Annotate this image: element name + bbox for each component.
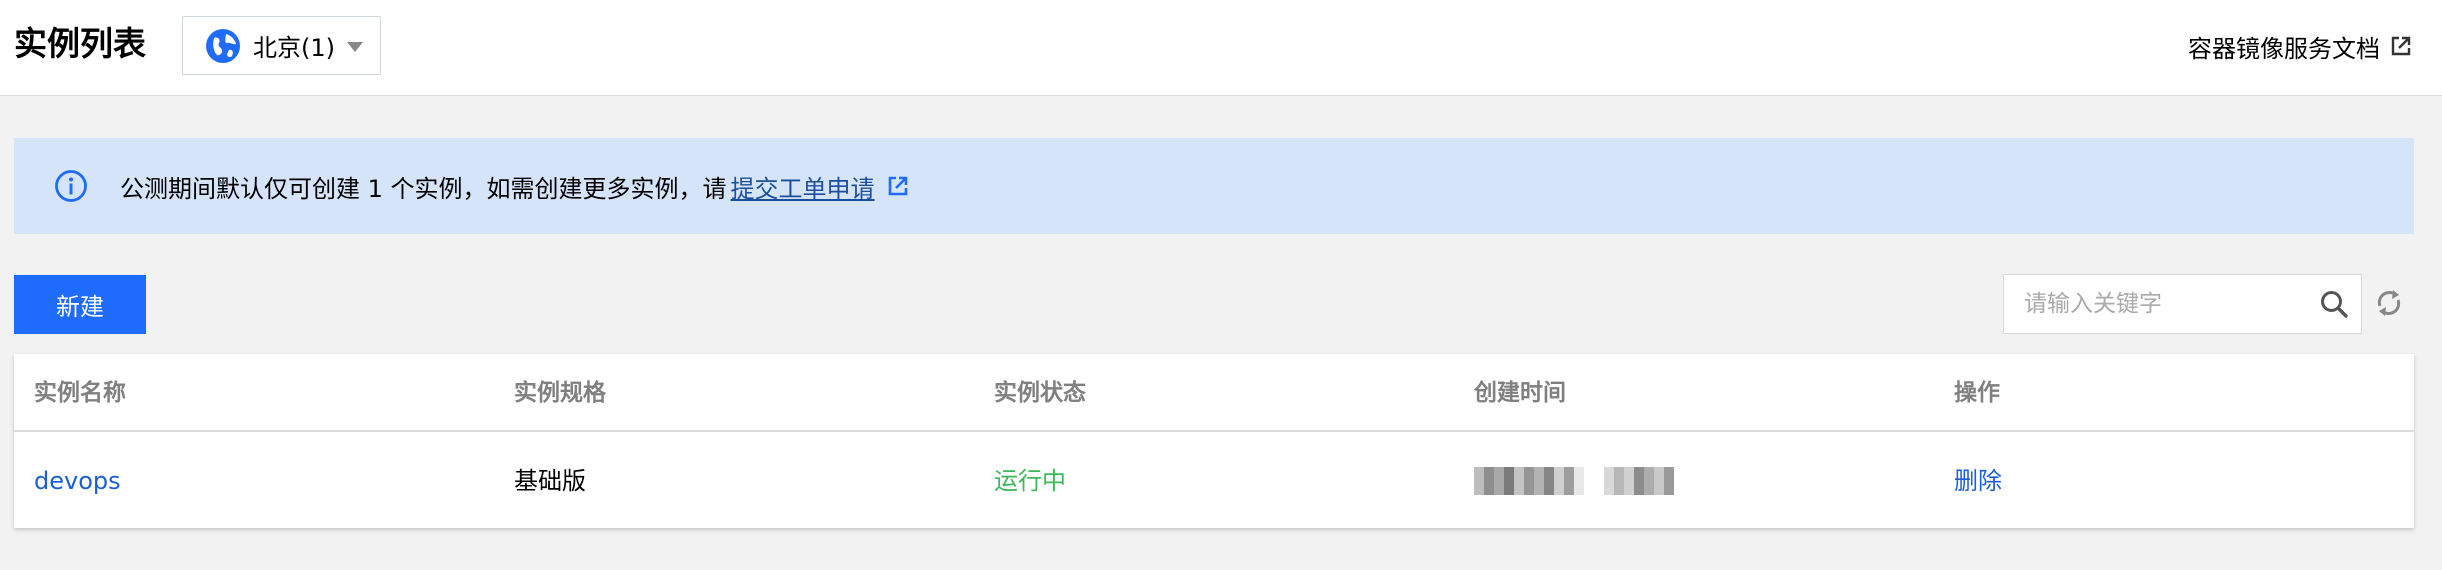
refresh-icon[interactable] xyxy=(2372,286,2406,320)
search-input[interactable] xyxy=(2004,275,2304,333)
instance-table: 实例名称 实例规格 实例状态 创建时间 操作 devops 基础版 运行中 删除 xyxy=(14,354,2414,528)
ticket-link[interactable]: 提交工单申请 xyxy=(731,169,875,204)
region-label: 北京(1) xyxy=(253,34,335,62)
notice-banner: 公测期间默认仅可创建 1 个实例，如需创建更多实例，请 提交工单申请 xyxy=(14,138,2414,234)
column-header-spec: 实例规格 xyxy=(514,380,606,406)
chevron-down-icon xyxy=(347,42,363,52)
created-time-redacted xyxy=(1474,467,1674,495)
search-box xyxy=(2003,274,2362,334)
top-bar: 实例列表 北京(1) 容器镜像服务文档 xyxy=(0,0,2442,96)
external-link-icon[interactable] xyxy=(887,175,909,197)
external-link-icon xyxy=(2391,36,2411,56)
table-row: devops 基础版 运行中 删除 xyxy=(14,434,2414,528)
globe-icon xyxy=(206,28,240,63)
region-select[interactable]: 北京(1) xyxy=(182,16,381,75)
column-header-status: 实例状态 xyxy=(994,380,1086,406)
page-title: 实例列表 xyxy=(14,24,146,63)
doc-link[interactable]: 容器镜像服务文档 xyxy=(2188,26,2412,66)
delete-action-link[interactable]: 删除 xyxy=(1954,434,2002,528)
search-icon[interactable] xyxy=(2319,289,2349,319)
info-icon xyxy=(55,170,87,202)
column-header-name: 实例名称 xyxy=(34,380,126,406)
column-header-created: 创建时间 xyxy=(1474,380,1566,406)
instance-spec: 基础版 xyxy=(514,467,586,495)
column-header-actions: 操作 xyxy=(1954,380,2000,406)
new-instance-button[interactable]: 新建 xyxy=(14,275,146,334)
doc-link-label: 容器镜像服务文档 xyxy=(2188,34,2380,63)
notice-text: 公测期间默认仅可创建 1 个实例，如需创建更多实例，请 xyxy=(120,174,727,203)
table-header: 实例名称 实例规格 实例状态 创建时间 操作 xyxy=(14,354,2414,432)
instance-name-link[interactable]: devops xyxy=(34,434,121,528)
status-badge: 运行中 xyxy=(994,467,1066,495)
